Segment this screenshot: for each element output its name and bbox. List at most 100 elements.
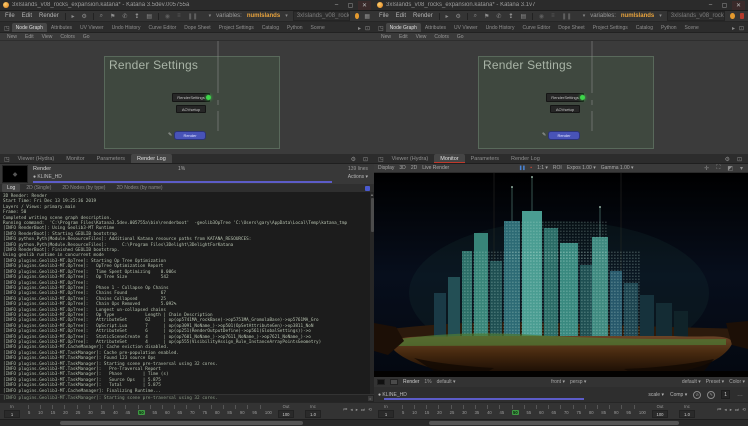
chevron-down-icon[interactable]: ▾ — [739, 165, 744, 172]
render-log-output[interactable]: 3D Render: Render Start Time: Fri Dec 13… — [0, 192, 374, 394]
pane-tab-2[interactable]: Parameters — [91, 154, 131, 163]
in-value-field[interactable]: 1 — [378, 410, 394, 418]
alert-icon[interactable]: ❢ — [507, 13, 514, 20]
ng-menu-colors[interactable]: Colors — [60, 34, 74, 40]
variables-value[interactable]: numIslands — [247, 13, 280, 19]
compare-icon[interactable]: ◩ — [726, 165, 734, 172]
pane-icon[interactable]: ◳ — [2, 25, 12, 32]
chevron-down-icon[interactable]: ▾ — [285, 13, 288, 19]
play-button[interactable]: ▸ — [356, 407, 358, 413]
maximize-button[interactable]: ▢ — [344, 1, 357, 10]
scroll-right-icon[interactable]: ▸ — [368, 396, 373, 401]
pane-tab-0[interactable]: Viewer (Hydra) — [12, 154, 61, 163]
menu-render[interactable]: Render — [38, 13, 60, 19]
node-render[interactable]: ✎ Render — [174, 131, 206, 140]
node-aovsetup[interactable]: AOVsetup — [550, 105, 580, 113]
in-value-field[interactable]: 1 — [4, 410, 20, 418]
step-back-button[interactable]: ◂ — [350, 407, 352, 413]
log-subtab-2[interactable]: 2D Nodes (by type) — [57, 184, 110, 192]
display-dropdown[interactable]: Display — [378, 165, 394, 171]
default-dropdown[interactable]: default ▾ — [682, 379, 701, 385]
variables-value[interactable]: numIslands — [621, 13, 654, 19]
main-tab-2[interactable]: UV Viewer — [450, 23, 482, 32]
menu-file[interactable]: File — [4, 13, 16, 19]
panel-icon[interactable]: ▤ — [145, 13, 153, 20]
menu-render[interactable]: Render — [412, 13, 434, 19]
out-value-field[interactable]: 100 — [278, 410, 294, 418]
live-render-button[interactable]: Live Render — [422, 165, 449, 171]
menu-icon[interactable]: ≡ — [176, 13, 182, 19]
float-pane-icon[interactable]: ⊡ — [735, 156, 744, 163]
comp-dropdown[interactable]: Comp ▾ — [670, 392, 687, 398]
timeline-scrollbar[interactable] — [0, 419, 374, 426]
tab-overflow-icon[interactable]: ▸ — [356, 25, 363, 32]
preset-dropdown[interactable]: Preset ▾ — [706, 379, 724, 385]
chevron-down-icon[interactable]: ▾ — [583, 13, 586, 19]
zoom-level-dropdown[interactable]: 1:1 ▾ — [537, 165, 548, 171]
main-tab-3[interactable]: Undo History — [108, 23, 145, 32]
main-tab-5[interactable]: Dope Sheet — [554, 23, 588, 32]
node-graph-canvas[interactable]: Render Settings RenderSettings AOVsetup … — [374, 41, 748, 154]
close-button[interactable]: ✕ — [358, 1, 371, 10]
ng-menu-edit[interactable]: Edit — [399, 34, 408, 40]
ng-menu-colors[interactable]: Colors — [434, 34, 448, 40]
play-icon[interactable]: ▸ — [70, 13, 75, 20]
frame-ruler[interactable]: 5101520253035404550556065707580859095100 — [28, 405, 272, 418]
edit-icon[interactable]: ✎ — [707, 391, 715, 399]
step-back-button[interactable]: ◂ — [724, 407, 726, 413]
main-tab-8[interactable]: Python — [657, 23, 681, 32]
timeline-scrollbar[interactable] — [374, 419, 748, 426]
main-tab-7[interactable]: Catalog — [258, 23, 283, 32]
pane-icon[interactable]: ◳ — [376, 25, 386, 32]
record-icon[interactable]: ◉ — [538, 13, 545, 20]
pane-tab-2[interactable]: Parameters — [465, 154, 505, 163]
play-icon[interactable]: ▸ — [444, 13, 449, 20]
panel-icon[interactable]: ▤ — [519, 13, 527, 20]
go-to-end-button[interactable]: ⏭ — [735, 407, 739, 413]
view-2d-button[interactable]: 2D — [411, 165, 417, 171]
go-to-start-button[interactable]: ⏮ — [717, 407, 721, 413]
color-dropdown[interactable]: Color ▾ — [729, 379, 745, 385]
scene-file-tab[interactable]: 3xIslands_v08_rocks_Re — [667, 11, 725, 21]
main-tab-4[interactable]: Curve Editor — [144, 23, 180, 32]
main-tab-7[interactable]: Catalog — [632, 23, 657, 32]
scrollbar-thumb[interactable] — [429, 421, 679, 425]
view-front-dropdown[interactable]: front ▾ — [551, 379, 565, 385]
gear-icon[interactable]: ⚙ — [723, 156, 732, 163]
pane-tab-3[interactable]: Render Log — [505, 154, 546, 163]
value-field[interactable]: 1 — [721, 390, 730, 399]
menu-edit[interactable]: Edit — [395, 13, 407, 19]
pause-icon[interactable]: ❚❚ — [187, 13, 199, 20]
gear-icon[interactable]: ⚙ — [349, 156, 358, 163]
pane-icon[interactable]: ◳ — [2, 156, 12, 163]
minimize-button[interactable]: – — [704, 1, 717, 10]
scale-dropdown[interactable]: scale ▾ — [648, 392, 664, 398]
inc-value-field[interactable]: 1.0 — [679, 410, 695, 418]
phone-icon[interactable]: ✆ — [121, 13, 128, 20]
float-pane-icon[interactable]: ⊡ — [363, 25, 372, 32]
inc-value-field[interactable]: 1.0 — [305, 410, 321, 418]
back-buffer-swatch[interactable] — [390, 379, 398, 385]
menu-edit[interactable]: Edit — [21, 13, 33, 19]
main-tab-1[interactable]: Attributes — [421, 23, 450, 32]
main-tab-2[interactable]: UV Viewer — [76, 23, 108, 32]
loop-button[interactable]: ⟲ — [368, 407, 372, 413]
pane-tab-1[interactable]: Monitor — [434, 154, 464, 163]
play-button[interactable]: ▸ — [730, 407, 732, 413]
main-tab-0[interactable]: Node Graph — [12, 23, 47, 32]
catalog-item[interactable]: ● KLINE_HD — [378, 392, 407, 398]
expand-icon[interactable]: ⛶ — [715, 165, 721, 172]
main-tab-6[interactable]: Project Settings — [215, 23, 258, 32]
flag-icon[interactable]: ⚑ — [109, 13, 116, 20]
log-subtab-0[interactable]: Log — [2, 184, 20, 192]
go-to-end-button[interactable]: ⏭ — [361, 407, 365, 413]
search-icon[interactable]: ⌕ — [473, 13, 478, 20]
pause-render-button[interactable]: ❚❚ — [519, 165, 526, 171]
ng-menu-new[interactable]: New — [381, 34, 391, 40]
main-tab-6[interactable]: Project Settings — [589, 23, 632, 32]
pane-tab-0[interactable]: Viewer (Hydra) — [386, 154, 435, 163]
log-subtab-3[interactable]: 2D Nodes (by name) — [111, 184, 167, 192]
node-aovsetup[interactable]: AOVsetup — [176, 105, 206, 113]
ng-menu-view[interactable]: View — [42, 34, 53, 40]
gear-icon[interactable]: ⚙ — [80, 13, 87, 20]
